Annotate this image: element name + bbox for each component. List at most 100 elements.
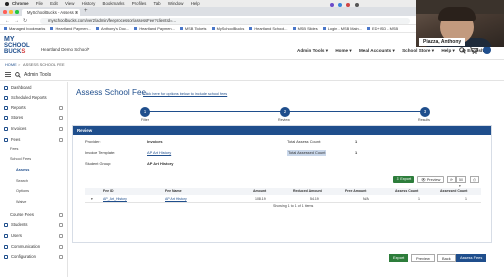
export-button[interactable]: Export: [389, 254, 409, 262]
search-icon[interactable]: [459, 47, 466, 54]
step-review[interactable]: 2: [280, 107, 290, 117]
col-reduced-amount[interactable]: Reduced Amount: [293, 188, 322, 195]
col-free-amount[interactable]: Free Amount: [345, 188, 366, 195]
sidebar-item-students[interactable]: Students: [0, 220, 67, 230]
zoom-status-icon[interactable]: [330, 2, 334, 7]
menu-profiles[interactable]: Profiles: [132, 1, 147, 6]
sidebar-item-scheduled-reports[interactable]: Scheduled Reports: [0, 93, 67, 103]
menu-chrome[interactable]: Chrome: [12, 1, 29, 6]
table-preview-button[interactable]: 👁 Preview: [417, 176, 445, 183]
print-icon[interactable]: ⎙: [470, 176, 479, 183]
record-status-icon[interactable]: [346, 2, 351, 7]
template-link[interactable]: AP Art History: [147, 150, 171, 156]
menu-help[interactable]: Help: [191, 1, 200, 6]
sidebar-sub-assess[interactable]: Assess: [16, 167, 29, 174]
sidebar-sub-search[interactable]: Search: [16, 178, 28, 185]
expand-icon[interactable]: [59, 116, 63, 120]
sidebar-item-users[interactable]: Users: [0, 231, 67, 241]
menu-file[interactable]: File: [36, 1, 43, 6]
col-assess-count[interactable]: Assess Count: [395, 188, 418, 195]
collapse-icon[interactable]: [59, 138, 63, 142]
sidebar-item-communication[interactable]: Communication: [0, 242, 67, 252]
sidebar-item-invoices[interactable]: Invoices: [0, 124, 67, 134]
bookmark-item[interactable]: ED+ISD - MSB: [367, 25, 398, 32]
table-export-button[interactable]: ⇩ Export: [393, 176, 415, 183]
admin-search-icon[interactable]: [15, 72, 21, 78]
apple-icon[interactable]: [5, 1, 9, 6]
bookmark-item[interactable]: Anthony's Doc...: [96, 25, 129, 32]
expand-icon[interactable]: [59, 234, 63, 238]
sidebar-sub-school-fees[interactable]: School Fees: [10, 156, 31, 163]
menu-window[interactable]: Window: [168, 1, 184, 6]
new-tab-icon[interactable]: +: [84, 8, 88, 14]
col-assessed-count[interactable]: Assessed Count: [440, 188, 467, 195]
expand-icon[interactable]: [59, 223, 63, 227]
bookmark-item[interactable]: Heartland Paymen...: [50, 25, 91, 32]
myschoolbucks-logo[interactable]: MY SCHOOL BUCKS: [4, 36, 34, 58]
table-row[interactable]: ▾ AP_Art_History AP Art History 108.19 5…: [85, 196, 481, 203]
expand-icon[interactable]: [59, 127, 63, 131]
step-filter[interactable]: 1: [140, 107, 150, 117]
district-selector[interactable]: Heartland Demo School*: [41, 47, 89, 52]
cart-icon[interactable]: [470, 47, 478, 54]
sidebar-item-reports[interactable]: Reports: [0, 103, 67, 113]
assess-fees-button[interactable]: Assess Fees: [456, 254, 487, 262]
sidebar-sub-fees[interactable]: Fees: [10, 146, 18, 153]
sidebar-item-stores[interactable]: Stores: [0, 113, 67, 123]
back-arrow-icon[interactable]: ←: [5, 18, 10, 24]
tab-close-icon[interactable]: ×: [76, 9, 78, 17]
reload-icon[interactable]: ↻: [23, 18, 27, 24]
expand-icon[interactable]: [59, 255, 63, 259]
fee-id-link[interactable]: AP_Art_History: [103, 196, 127, 203]
sidebar-item-course-fees[interactable]: Course Fees: [0, 210, 67, 220]
nav-school-store[interactable]: School Store ▾: [402, 48, 434, 53]
back-button[interactable]: Back: [437, 254, 456, 262]
nav-admin-tools[interactable]: Admin Tools ▾: [297, 48, 328, 53]
preview-button[interactable]: Preview: [411, 254, 435, 262]
bookmark-item[interactable]: Heartland Paymen...: [134, 25, 175, 32]
col-fee-name[interactable]: Fee Name: [165, 188, 182, 195]
bookmark-item[interactable]: Login - MSB Main...: [322, 25, 362, 32]
menu-edit[interactable]: Edit: [50, 1, 58, 6]
expand-icon[interactable]: [59, 245, 63, 249]
refresh-icon[interactable]: ⟳: [447, 176, 457, 183]
sidebar-sub-options[interactable]: Options: [16, 188, 29, 195]
nav-home[interactable]: Home ▾: [335, 48, 351, 53]
user-avatar-icon[interactable]: [483, 46, 491, 54]
sidebar-item-fees[interactable]: Fees: [0, 135, 67, 145]
cloud-status-icon[interactable]: [338, 2, 343, 7]
menu-bookmarks[interactable]: Bookmarks: [103, 1, 125, 6]
row-expand-icon[interactable]: ▾: [91, 196, 93, 203]
expand-icon[interactable]: [59, 213, 63, 217]
sidebar-item-configuration[interactable]: Configuration: [0, 252, 67, 262]
breadcrumb-home[interactable]: HOME: [5, 61, 17, 68]
bookmark-item[interactable]: MSB Slides: [292, 25, 318, 32]
sidebar-item-dashboard[interactable]: Dashboard: [0, 83, 67, 93]
nav-help[interactable]: Help ▾: [441, 48, 455, 53]
bookmark-item[interactable]: MySchoolBucks: [211, 25, 244, 32]
tab-myschoolbucks[interactable]: MySchoolBucks - Assess S ×: [22, 8, 80, 17]
menu-tab[interactable]: Tab: [154, 1, 161, 6]
menu-toggle-icon[interactable]: [5, 72, 11, 77]
bookmark-item[interactable]: Managed bookmarks: [4, 25, 45, 32]
nav-meal-accounts[interactable]: Meal Accounts ▾: [359, 48, 395, 53]
help-link[interactable]: Click here for options below to include …: [143, 92, 227, 96]
fee-name-link[interactable]: AP Art History: [165, 196, 187, 203]
close-window-icon[interactable]: [3, 10, 7, 14]
forward-arrow-icon[interactable]: →: [14, 18, 19, 24]
minimize-window-icon[interactable]: [9, 10, 13, 14]
sidebar-sub-waive[interactable]: Waive: [16, 199, 26, 206]
col-fee-id[interactable]: Fee ID: [103, 188, 114, 195]
expand-icon[interactable]: [59, 106, 63, 110]
url-bar[interactable]: myschoolbucks.com/ver2/admin/feeprocesso…: [40, 17, 410, 24]
col-amount[interactable]: Amount: [253, 188, 266, 195]
wifi-icon[interactable]: [354, 2, 359, 7]
bookmark-item[interactable]: Heartland School...: [249, 25, 287, 32]
page-size-select[interactable]: 50 ▾: [456, 176, 466, 188]
bookmark-item[interactable]: MSB Tickets: [179, 25, 207, 32]
menu-history[interactable]: History: [82, 1, 96, 6]
webcam-overlay: Piazza, Anthony: [416, 0, 504, 47]
step-results[interactable]: 3: [420, 107, 430, 117]
maximize-window-icon[interactable]: [15, 10, 19, 14]
menu-view[interactable]: View: [65, 1, 74, 6]
